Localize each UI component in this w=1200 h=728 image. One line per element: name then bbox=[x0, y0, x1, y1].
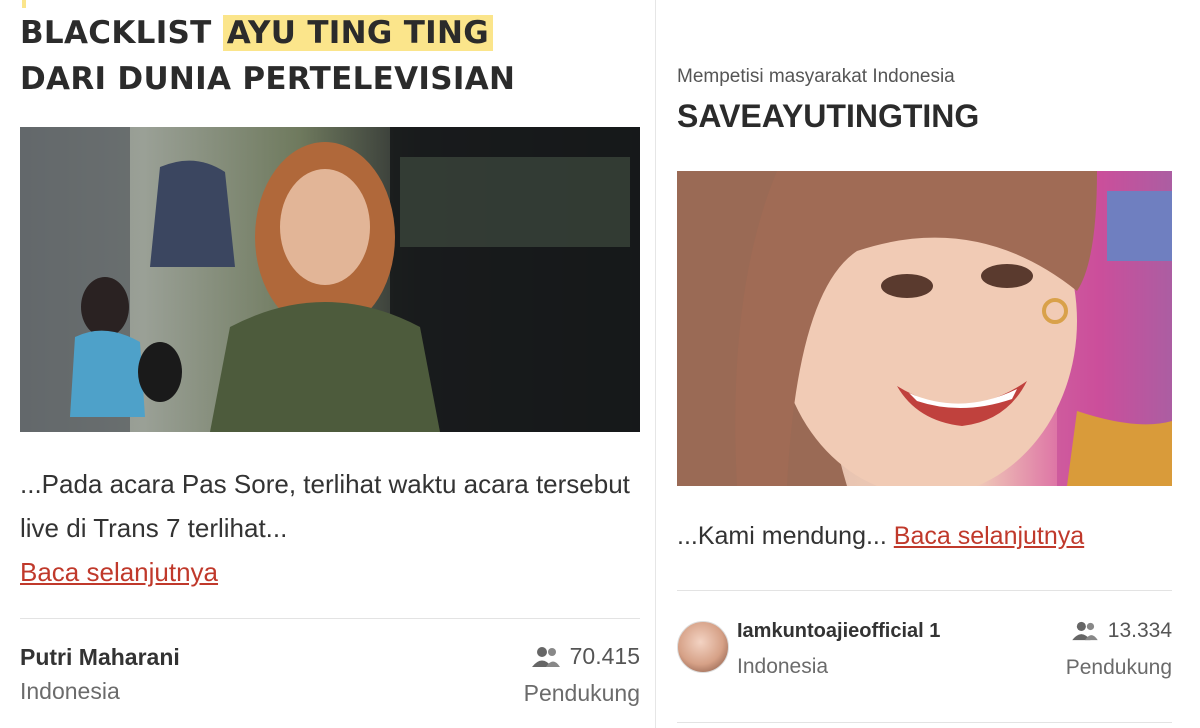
supporter-label-right: Pendukung bbox=[1065, 656, 1172, 679]
petition-title-right[interactable]: SAVEAYUTINGTING bbox=[677, 98, 979, 135]
petition-photo-right[interactable] bbox=[677, 171, 1172, 486]
petition-excerpt-right: ...Kami mendung... Baca selanjutnya bbox=[677, 522, 1084, 551]
supporter-count: 70.415 bbox=[531, 643, 640, 670]
people-icon bbox=[531, 646, 560, 667]
author-location: Indonesia bbox=[20, 678, 120, 704]
avatar[interactable] bbox=[677, 621, 729, 673]
petition-excerpt: ...Pada acara Pas Sore, terlihat waktu a… bbox=[20, 462, 640, 594]
people-icon bbox=[1072, 621, 1098, 641]
author-location-right: Indonesia bbox=[737, 655, 829, 678]
author-name-right[interactable]: Iamkuntoajieofficial 1 bbox=[737, 620, 940, 643]
excerpt-text: ...Pada acara Pas Sore, terlihat waktu a… bbox=[20, 469, 630, 543]
divider bbox=[20, 618, 640, 619]
divider-right bbox=[677, 590, 1172, 591]
petition-title[interactable]: BLACKLIST AYU TING TING DARI DUNIA PERTE… bbox=[20, 10, 640, 102]
title-suffix: DARI DUNIA PERTELEVISIAN bbox=[20, 61, 516, 97]
supporter-count-right: 13.334 bbox=[1072, 619, 1172, 643]
petition-photo[interactable] bbox=[20, 127, 640, 432]
title-highlight: AYU TING TING bbox=[222, 15, 493, 51]
cropped-top-text bbox=[22, 0, 26, 8]
title-prefix: BLACKLIST bbox=[20, 15, 223, 51]
supporter-number-right: 13.334 bbox=[1107, 619, 1172, 642]
petition-target: Mempetisi masyarakat Indonesia bbox=[677, 66, 955, 87]
bottom-divider-right bbox=[677, 722, 1172, 723]
left-petition-card: BLACKLIST AYU TING TING DARI DUNIA PERTE… bbox=[0, 0, 655, 728]
supporter-number: 70.415 bbox=[569, 643, 640, 669]
read-more-link-right[interactable]: Baca selanjutnya bbox=[894, 522, 1084, 550]
read-more-link[interactable]: Baca selanjutnya bbox=[20, 557, 218, 587]
supporter-label: Pendukung bbox=[523, 680, 640, 706]
author-name[interactable]: Putri Maharani bbox=[20, 644, 180, 671]
excerpt-text-right: ...Kami mendung... bbox=[677, 522, 887, 550]
